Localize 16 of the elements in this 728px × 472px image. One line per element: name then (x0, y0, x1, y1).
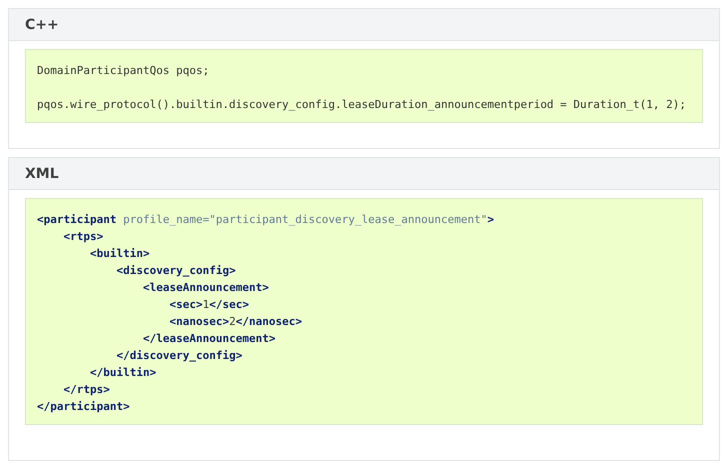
code-line: <sec>1</sec> (168, 297, 249, 313)
code-line: </participant> (37, 399, 130, 415)
section-title: C++ (9, 9, 719, 41)
code-line: </discovery_config> (116, 348, 242, 364)
code-line: <discovery_config> (116, 263, 236, 279)
code-line: <rtps> (62, 229, 104, 245)
section-title: XML (9, 158, 719, 190)
code-line: <participant profile_name="participant_discovery_lease_announcement"> (37, 212, 494, 228)
code-line: </builtin> (89, 365, 156, 381)
code-line: pqos.wire_protocol().builtin.discovery_config.leaseDuration_announcementperiod = Duration_t(1, 2); (37, 97, 686, 113)
code-line: DomainParticipantQos pqos; (37, 63, 210, 79)
code-line: <builtin> (89, 246, 150, 262)
code-line: </rtps> (62, 382, 110, 398)
code-line: <nanosec>2</nanosec> (168, 314, 302, 330)
code-line: <leaseAnnouncement> (142, 280, 269, 296)
code-line: </leaseAnnouncement> (142, 331, 276, 347)
